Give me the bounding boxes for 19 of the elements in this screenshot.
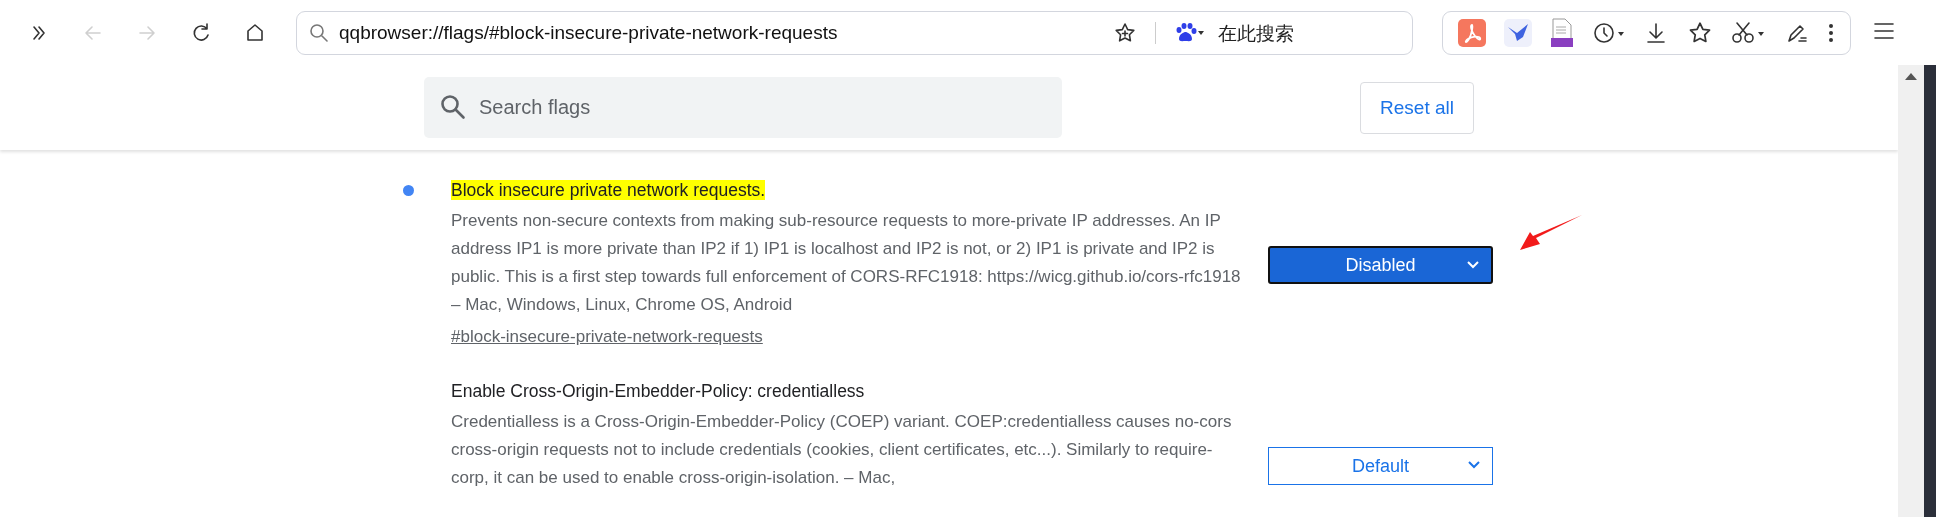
star-plus-icon[interactable] — [1113, 20, 1137, 45]
search-icon — [309, 22, 329, 43]
reset-all-button[interactable]: Reset all — [1360, 81, 1474, 134]
flag-title: Enable Cross-Origin-Embedder-Policy: credentialless — [451, 381, 865, 401]
url-text: qqbrowser://flags/#block-insecure-private-network-requests — [339, 21, 839, 44]
flag-dropdown[interactable]: Disabled — [1268, 246, 1493, 284]
flag-title: Block insecure private network requests. — [451, 180, 766, 200]
search-engine-field[interactable]: 在此搜索 — [1216, 20, 1400, 45]
flag-link[interactable]: #block-insecure-private-network-requests — [451, 323, 763, 351]
search-field[interactable]: Search flags — [424, 77, 1062, 138]
address-bar[interactable]: qqbrowser://flags/#block-insecure-private-network-requests 在此搜索 — [296, 10, 1413, 55]
chevron-down-icon — [1468, 461, 1480, 469]
scroll-up-icon[interactable] — [1905, 73, 1917, 80]
flag-description: Prevents non-secure contexts from making sub-resource requests to more-private IP addresses. An IP address IP1 is more private than IP2 if 1) IP1 is localhost and IP2 is not, or 2) IP1 is private and IP2 is public. This is a first step towards full enforcement of CORS-RFC1918: https://wicg.github.io/cors-rfc1918 – Mac, Windows, Linux, Chrome OS, Android — [451, 210, 1241, 316]
flag-description: Credentialless is a Cross-Origin-Embedder-Policy (COEP) variant. COEP:credentialless causes no-cors cross-origin requests not to include credentials (cookies, client certificates, etc...). Similarly to require-corp, it can be used to enable cross-origin-isolation. – Mac, — [451, 411, 1233, 489]
scrollbar[interactable] — [1898, 65, 1924, 517]
flag-dropdown[interactable]: Default — [1268, 447, 1493, 485]
search-icon — [440, 94, 466, 120]
chevron-down-icon — [1467, 261, 1479, 269]
